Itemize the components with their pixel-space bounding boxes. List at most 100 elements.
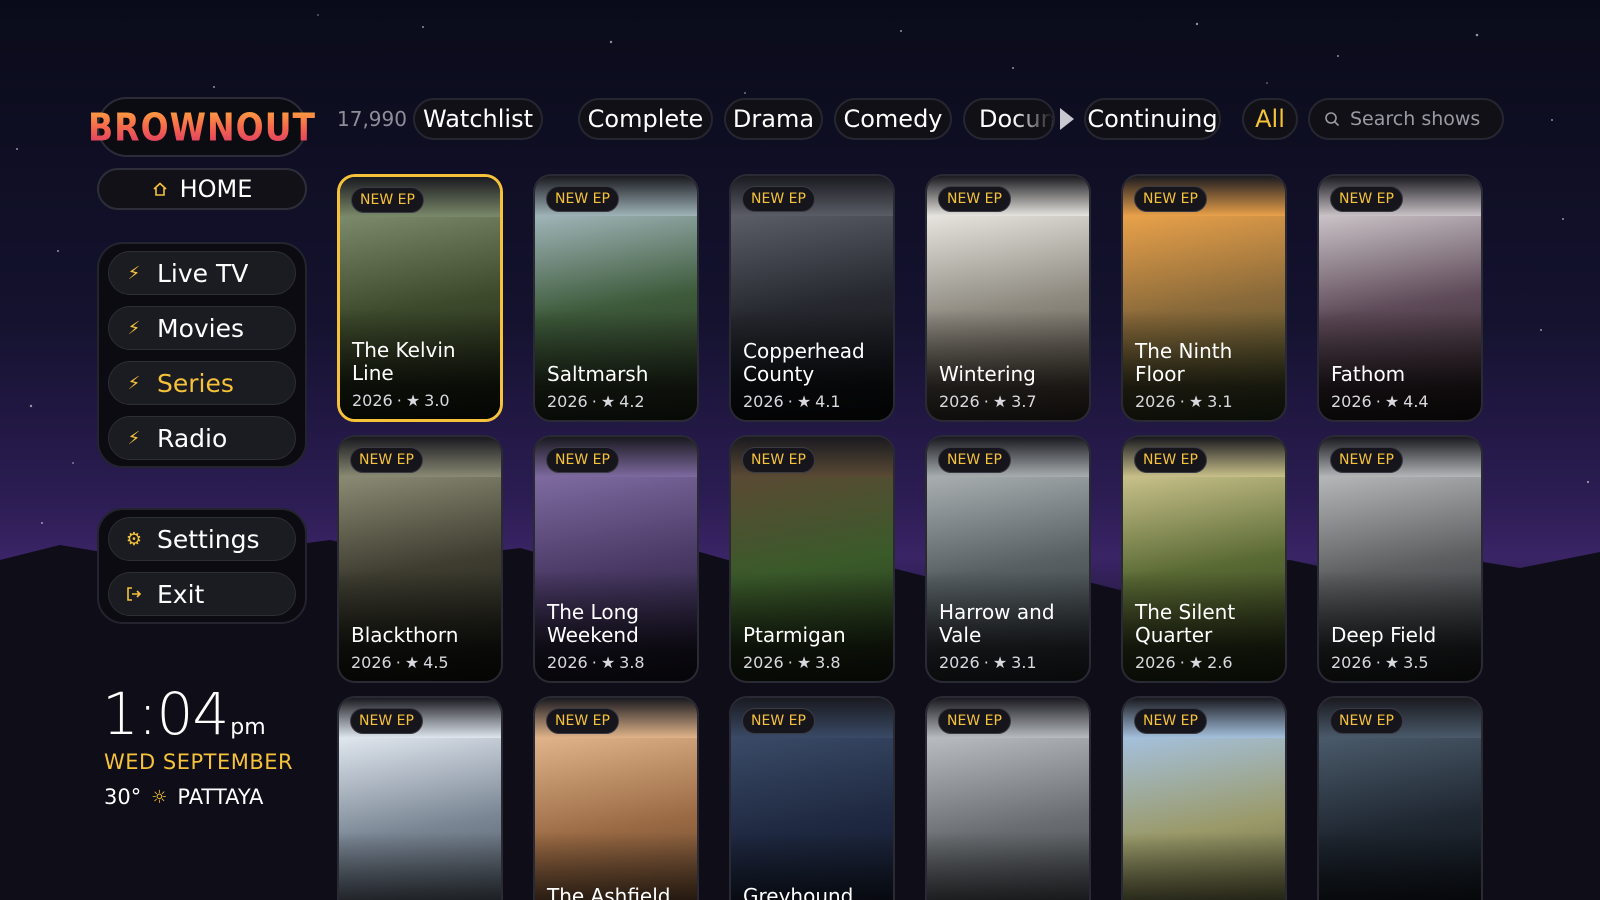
card-title: The Silent Quarter	[1135, 600, 1236, 647]
new-episode-badge: NEW EP	[938, 186, 1011, 212]
card-year: 2026	[939, 653, 980, 672]
card-rating: 4.4	[1403, 392, 1429, 411]
exit-icon	[125, 585, 143, 603]
series-card[interactable]: NEW EP Copperhead County 2026 · ★ 4.1	[729, 174, 895, 422]
card-meta: 2026 · ★ 3.5	[1331, 653, 1429, 672]
card-year: 2026	[1331, 392, 1372, 411]
star-icon: ★	[600, 653, 616, 672]
home-label: HOME	[179, 175, 253, 203]
new-episode-badge: NEW EP	[742, 186, 815, 212]
star-icon: ★	[1188, 392, 1204, 411]
bolt-icon: ⚡	[127, 372, 141, 394]
home-button[interactable]: HOME	[97, 168, 307, 210]
series-card[interactable]: NEW EP Ptarmigan 2026 · ★ 3.8	[729, 435, 895, 683]
series-card[interactable]: NEW EP The Long Weekend 2026 · ★ 3.8	[533, 435, 699, 683]
card-shade	[927, 832, 1089, 900]
series-card[interactable]: NEW EP Saltmarsh 2026 · ★ 4.2	[533, 174, 699, 422]
series-card[interactable]: NEW EP The Kelvin Line 2026 · ★ 3.0	[337, 174, 503, 422]
star-icon: ★	[600, 392, 616, 411]
filter-chip-watchlist[interactable]: Watchlist	[413, 98, 543, 140]
nav-item-settings[interactable]: ⚙ Settings	[108, 517, 296, 561]
new-episode-badge: NEW EP	[938, 447, 1011, 473]
card-title: Fathom	[1331, 362, 1406, 386]
card-meta: 2026 · ★ 3.1	[939, 653, 1037, 672]
separator: ·	[1179, 392, 1185, 411]
nav-item-exit[interactable]: Exit	[108, 572, 296, 616]
nav-item-live-tv[interactable]: ⚡ Live TV	[108, 251, 296, 295]
series-card[interactable]: NEW EP Greyhound	[729, 696, 895, 900]
search-input[interactable]	[1350, 108, 1500, 130]
filter-chip-all[interactable]: All	[1242, 98, 1298, 140]
series-card[interactable]: NEW EP The Silent Quarter 2026 · ★ 2.6	[1121, 435, 1287, 683]
card-shade	[1123, 832, 1285, 900]
series-card[interactable]: NEW EP	[337, 696, 503, 900]
new-episode-badge: NEW EP	[1330, 447, 1403, 473]
nav-item-label: Exit	[157, 579, 205, 609]
card-title: The Kelvin Line	[352, 338, 456, 385]
series-card[interactable]: NEW EP Deep Field 2026 · ★ 3.5	[1317, 435, 1483, 683]
separator: ·	[787, 653, 793, 672]
new-episode-badge: NEW EP	[350, 708, 423, 734]
new-episode-badge: NEW EP	[1134, 447, 1207, 473]
card-rating: 4.2	[619, 392, 645, 411]
chip-scroll-right-icon[interactable]	[1060, 108, 1074, 130]
chip-label: Complete	[587, 105, 704, 133]
filter-chip-documentary[interactable]: Docum	[963, 98, 1055, 140]
chip-label: Watchlist	[423, 105, 533, 133]
card-shade	[1319, 832, 1481, 900]
card-year: 2026	[939, 392, 980, 411]
card-meta: 2026 · ★ 3.0	[352, 391, 450, 410]
filter-chip-comedy[interactable]: Comedy	[834, 98, 952, 140]
series-card[interactable]: NEW EP	[1317, 696, 1483, 900]
nav-item-label: Live TV	[157, 258, 249, 288]
nav-item-radio[interactable]: ⚡ Radio	[108, 416, 296, 460]
series-card[interactable]: NEW EP	[925, 696, 1091, 900]
series-card[interactable]: NEW EP The Ninth Floor 2026 · ★ 3.1	[1121, 174, 1287, 422]
series-card[interactable]: NEW EP The Ashfield	[533, 696, 699, 900]
series-card[interactable]: NEW EP Wintering 2026 · ★ 3.7	[925, 174, 1091, 422]
filter-chip-drama[interactable]: Drama	[724, 98, 823, 140]
card-rating: 4.5	[423, 653, 449, 672]
result-count: 17,990	[337, 107, 407, 131]
separator: ·	[1375, 392, 1381, 411]
nav-item-series[interactable]: ⚡ Series	[108, 361, 296, 405]
search-box[interactable]	[1308, 98, 1504, 140]
series-card[interactable]: NEW EP Fathom 2026 · ★ 4.4	[1317, 174, 1483, 422]
filter-chip-complete[interactable]: Complete	[578, 98, 713, 140]
filter-chip-continuing[interactable]: Continuing	[1084, 98, 1221, 140]
nav-item-label: Radio	[157, 423, 228, 453]
new-episode-badge: NEW EP	[1330, 708, 1403, 734]
card-year: 2026	[1135, 653, 1176, 672]
date-label: WED SEPTEMBER	[104, 750, 294, 774]
clock-time: 1:04	[102, 680, 229, 748]
star-icon: ★	[405, 391, 421, 410]
bolt-icon: ⚡	[127, 317, 141, 339]
weather-sun-icon: ☼	[151, 786, 168, 808]
series-grid: NEW EP The Kelvin Line 2026 · ★ 3.0 NEW EP Salt…	[337, 174, 1507, 900]
nav-item-movies[interactable]: ⚡ Movies	[108, 306, 296, 350]
star-icon: ★	[404, 653, 420, 672]
series-card[interactable]: NEW EP Blackthorn 2026 · ★ 4.5	[337, 435, 503, 683]
card-title: The Ashfield	[547, 884, 671, 900]
series-card[interactable]: NEW EP Harrow and Vale 2026 · ★ 3.1	[925, 435, 1091, 683]
card-title: Wintering	[939, 362, 1036, 386]
new-episode-badge: NEW EP	[1134, 186, 1207, 212]
series-card[interactable]: NEW EP	[1121, 696, 1287, 900]
separator: ·	[396, 391, 402, 410]
card-year: 2026	[547, 653, 588, 672]
card-year: 2026	[547, 392, 588, 411]
card-title: Harrow and Vale	[939, 600, 1055, 647]
separator: ·	[1179, 653, 1185, 672]
card-meta: 2026 · ★ 3.1	[1135, 392, 1233, 411]
card-title: Deep Field	[1331, 623, 1437, 647]
separator: ·	[983, 392, 989, 411]
card-meta: 2026 · ★ 4.5	[351, 653, 449, 672]
star-icon: ★	[992, 392, 1008, 411]
new-episode-badge: NEW EP	[938, 708, 1011, 734]
card-title: The Ninth Floor	[1135, 339, 1233, 386]
app-logo[interactable]: BROWNOUT	[88, 97, 315, 157]
weather: 30° ☼ PATTAYA	[104, 785, 263, 809]
chip-label: Comedy	[843, 105, 943, 133]
main-nav: ⚡ Live TV ⚡ Movies ⚡ Series ⚡ Radio	[97, 242, 307, 468]
new-episode-badge: NEW EP	[546, 186, 619, 212]
